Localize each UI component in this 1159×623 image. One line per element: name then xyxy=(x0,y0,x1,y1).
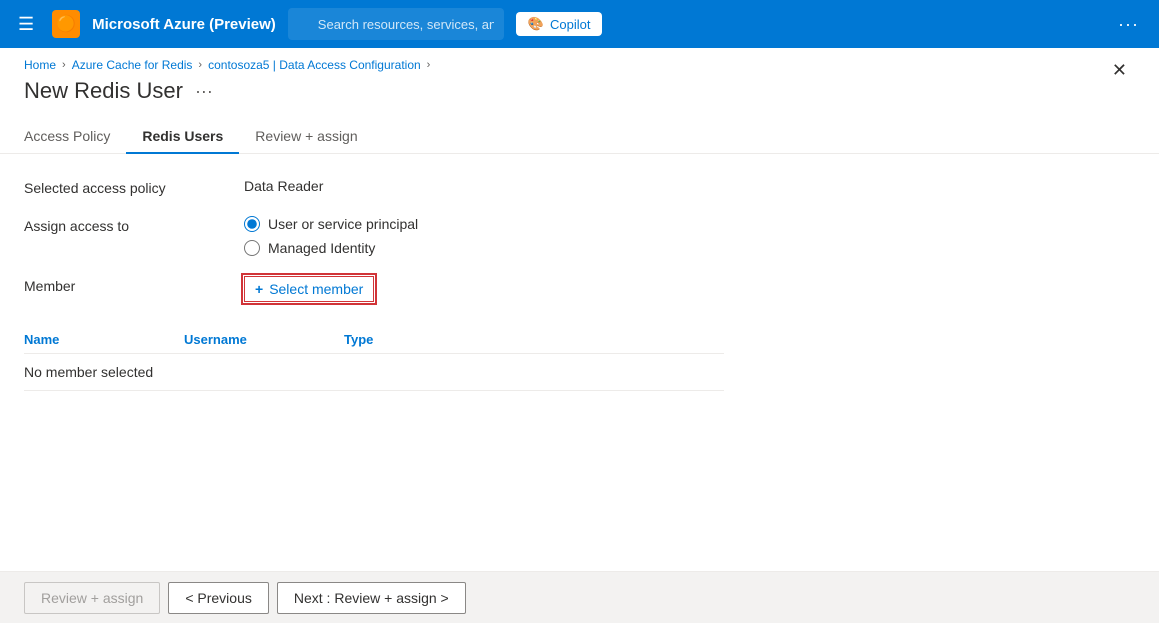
tabs-container: Access Policy Redis Users Review + assig… xyxy=(0,120,1159,154)
breadcrumb: Home › Azure Cache for Redis › contosoza… xyxy=(0,48,1159,78)
member-label: Member xyxy=(24,276,244,294)
radio-user-service-input[interactable] xyxy=(244,216,260,232)
selected-access-policy-label: Selected access policy xyxy=(24,178,244,196)
tab-review-assign[interactable]: Review + assign xyxy=(239,120,373,154)
breadcrumb-sep-1: › xyxy=(62,59,66,71)
page-header: New Redis User ··· xyxy=(0,78,1159,120)
select-member-label: Select member xyxy=(269,281,363,297)
radio-user-service-label: User or service principal xyxy=(268,216,418,232)
breadcrumb-sep-3: › xyxy=(427,59,431,71)
hamburger-icon[interactable]: ☰ xyxy=(12,8,40,41)
select-member-button[interactable]: + Select member xyxy=(244,276,374,302)
breadcrumb-home[interactable]: Home xyxy=(24,58,56,72)
topbar: ☰ 🟠 Microsoft Azure (Preview) 🔍 🎨 Copilo… xyxy=(0,0,1159,48)
assign-access-radio-group: User or service principal Managed Identi… xyxy=(244,216,418,256)
member-table-header: Name Username Type xyxy=(24,326,724,354)
app-title: Microsoft Azure (Preview) xyxy=(92,16,276,33)
breadcrumb-redis[interactable]: Azure Cache for Redis xyxy=(72,58,193,72)
copilot-button[interactable]: 🎨 Copilot xyxy=(516,12,603,36)
form-content: Selected access policy Data Reader Assig… xyxy=(0,154,1159,571)
search-input[interactable] xyxy=(288,8,504,40)
selected-access-policy-row: Selected access policy Data Reader xyxy=(24,178,1135,196)
col-header-type: Type xyxy=(344,332,504,347)
col-header-username: Username xyxy=(184,332,344,347)
radio-managed-identity-label: Managed Identity xyxy=(268,240,375,256)
col-header-name: Name xyxy=(24,332,184,347)
footer: Review + assign < Previous Next : Review… xyxy=(0,571,1159,623)
radio-managed-identity-input[interactable] xyxy=(244,240,260,256)
topbar-more-icon[interactable]: ··· xyxy=(1110,10,1147,39)
page-title: New Redis User xyxy=(24,78,183,104)
breadcrumb-sep-2: › xyxy=(198,59,202,71)
member-table: Name Username Type No member selected xyxy=(24,326,724,391)
radio-managed-identity[interactable]: Managed Identity xyxy=(244,240,418,256)
assign-access-label: Assign access to xyxy=(24,216,244,234)
tab-redis-users[interactable]: Redis Users xyxy=(126,120,239,154)
copilot-icon: 🎨 xyxy=(528,16,544,32)
review-assign-button[interactable]: Review + assign xyxy=(24,582,160,614)
breadcrumb-config[interactable]: contosoza5 | Data Access Configuration xyxy=(208,58,421,72)
member-empty-row: No member selected xyxy=(24,354,724,391)
close-button[interactable]: ✕ xyxy=(1104,56,1135,85)
radio-user-service[interactable]: User or service principal xyxy=(244,216,418,232)
assign-access-row: Assign access to User or service princip… xyxy=(24,216,1135,256)
previous-button[interactable]: < Previous xyxy=(168,582,269,614)
selected-access-policy-value: Data Reader xyxy=(244,178,323,194)
search-wrapper: 🔍 xyxy=(288,8,504,40)
plus-icon: + xyxy=(255,281,263,297)
tab-access-policy[interactable]: Access Policy xyxy=(24,120,126,154)
page-title-more-icon[interactable]: ··· xyxy=(195,81,213,102)
copilot-label: Copilot xyxy=(550,17,590,32)
next-review-assign-button[interactable]: Next : Review + assign > xyxy=(277,582,466,614)
azure-app-icon: 🟠 xyxy=(52,10,80,38)
main-container: Home › Azure Cache for Redis › contosoza… xyxy=(0,48,1159,623)
member-row: Member + Select member xyxy=(24,276,1135,302)
